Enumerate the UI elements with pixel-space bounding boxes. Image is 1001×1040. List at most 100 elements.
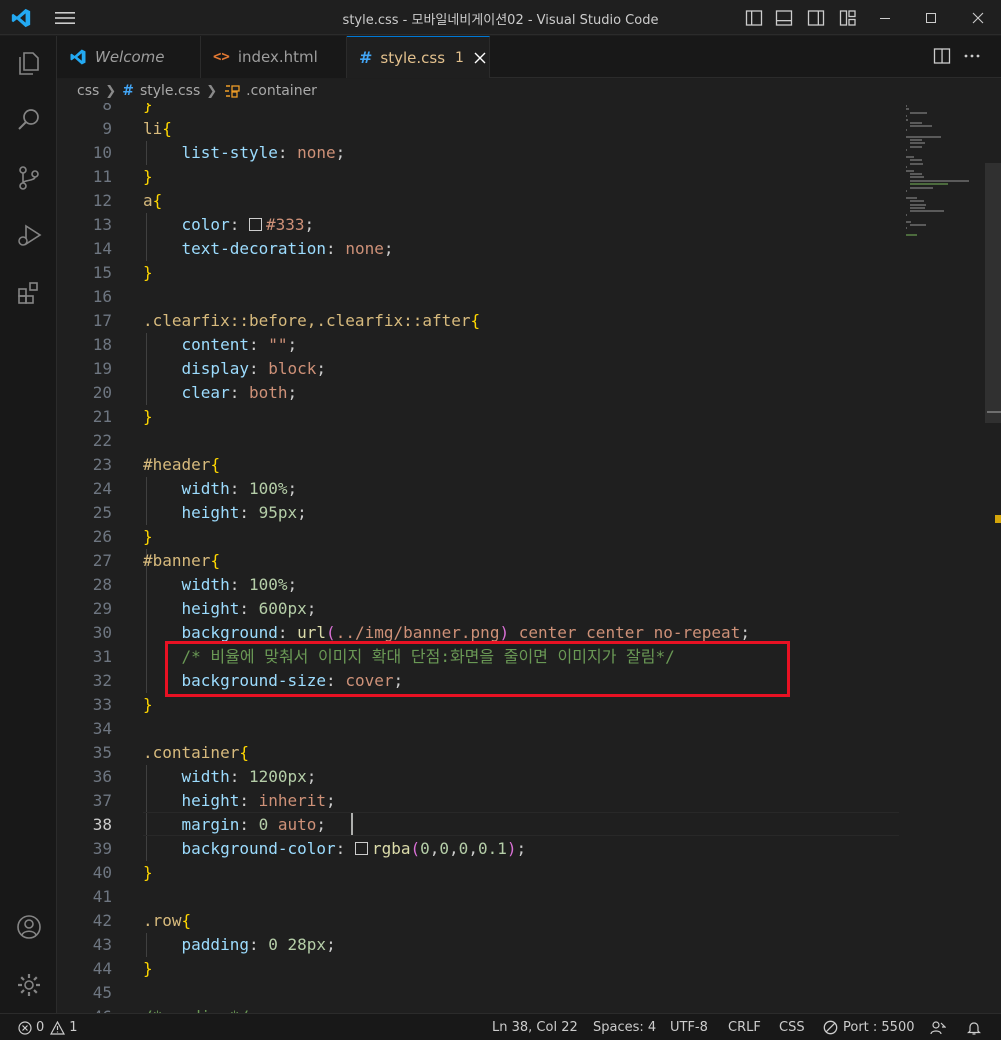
code-line[interactable]: 24 width: 100%; <box>57 477 900 501</box>
code-line[interactable]: 10 list-style: none; <box>57 141 900 165</box>
line-number: 17 <box>92 311 112 330</box>
line-number: 35 <box>92 743 112 762</box>
accounts-feedback-icon[interactable] <box>930 1014 946 1040</box>
encoding-status[interactable]: UTF-8 <box>670 1014 708 1040</box>
run-and-debug-icon[interactable] <box>8 214 50 256</box>
tab-style-css[interactable]: # style.css 1 <box>347 36 490 78</box>
code-line[interactable]: 27 #banner{ <box>57 549 900 573</box>
customize-layout-icon[interactable] <box>837 7 859 29</box>
line-number: 42 <box>92 911 112 930</box>
code-line[interactable]: 32 background-size: cover; <box>57 669 900 693</box>
code-line[interactable]: 12 a{ <box>57 189 900 213</box>
code-line[interactable]: 41 <box>57 885 900 909</box>
chevron-right-icon: ❯ <box>105 83 117 99</box>
toggle-secondary-sidebar-icon[interactable] <box>805 7 827 29</box>
more-actions-icon[interactable] <box>960 44 984 68</box>
tab-label: style.css <box>380 48 446 67</box>
code-line[interactable]: 38 margin: 0 auto; <box>57 813 900 837</box>
manage-gear-icon[interactable] <box>8 964 50 1006</box>
split-editor-icon[interactable] <box>930 44 954 68</box>
code-editor[interactable]: 8} 9 li{10 list-style: none; 11} 12 a{13 colo… <box>57 103 1001 1013</box>
code-line[interactable]: 33} <box>57 693 900 717</box>
code-line[interactable]: 9 li{ <box>57 117 900 141</box>
code-line[interactable]: 40} <box>57 861 900 885</box>
tab-index-html[interactable]: <> index.html <box>201 36 347 78</box>
minimap-line <box>910 162 923 165</box>
code-line[interactable]: 26} <box>57 525 900 549</box>
code-line[interactable]: 16 <box>57 285 900 309</box>
vertical-scrollbar[interactable] <box>985 103 1001 1013</box>
code-line[interactable]: 19 display: block; <box>57 357 900 381</box>
code-text: background-color: rgba(0,0,0,0.1); <box>181 839 527 858</box>
accounts-icon[interactable] <box>8 906 50 948</box>
code-line[interactable]: 29 height: 600px; <box>57 597 900 621</box>
explorer-icon[interactable] <box>8 42 50 84</box>
minimap-line <box>906 190 907 192</box>
problems-status[interactable]: 0 1 <box>18 1014 78 1040</box>
code-line[interactable]: 18 content: ""; <box>57 333 900 357</box>
code-line[interactable]: 35 .container{ <box>57 741 900 765</box>
tab-welcome[interactable]: Welcome <box>57 36 201 78</box>
code-line[interactable]: 30 background: url(../img/banner.png) ce… <box>57 621 900 645</box>
code-text: #banner{ <box>143 551 221 570</box>
breadcrumb-folder[interactable]: css <box>77 83 99 99</box>
toggle-panel-icon[interactable] <box>773 7 795 29</box>
line-number: 40 <box>92 863 112 882</box>
code-line[interactable]: 21} <box>57 405 900 429</box>
code-line[interactable]: 13 color: #333; <box>57 213 900 237</box>
code-text: width: 1200px; <box>181 767 317 786</box>
code-text: display: block; <box>181 359 327 378</box>
scrollbar-thumb[interactable] <box>985 163 1001 423</box>
code-line[interactable]: 44} <box>57 957 900 981</box>
minimap-line <box>906 128 907 131</box>
line-number: 39 <box>92 839 112 858</box>
code-line[interactable]: 43 padding: 0 28px; <box>57 933 900 957</box>
color-swatch[interactable] <box>354 842 368 855</box>
code-line[interactable]: 11} <box>57 165 900 189</box>
color-swatch[interactable] <box>248 218 262 231</box>
code-line[interactable]: 15} <box>57 261 900 285</box>
line-number: 46 <box>57 1005 112 1013</box>
minimap[interactable] <box>900 103 985 253</box>
breadcrumb-symbol[interactable]: .container <box>223 83 317 99</box>
minimap-line <box>906 135 941 138</box>
code-line[interactable]: 28 width: 100%; <box>57 573 900 597</box>
language-mode[interactable]: CSS <box>779 1014 805 1040</box>
code-line[interactable]: 46 /* media */ <box>57 1005 900 1013</box>
source-control-icon[interactable] <box>8 157 50 199</box>
breadcrumb-file[interactable]: # style.css <box>122 83 200 99</box>
code-line[interactable]: 45 <box>57 981 900 1005</box>
scroll-marker <box>987 411 1001 413</box>
search-icon[interactable] <box>8 99 50 141</box>
notifications-bell-icon[interactable] <box>966 1014 982 1040</box>
cursor-position[interactable]: Ln 38, Col 22 <box>492 1014 578 1040</box>
code-line[interactable]: 8} <box>57 103 900 117</box>
code-line[interactable]: 17 .clearfix::before,.clearfix::after{ <box>57 309 900 333</box>
minimap-line <box>910 145 922 148</box>
code-line[interactable]: 42 .row{ <box>57 909 900 933</box>
indentation-status[interactable]: Spaces: 4 <box>593 1014 656 1040</box>
minimap-line <box>910 203 926 206</box>
code-line[interactable]: 22 <box>57 429 900 453</box>
code-line[interactable]: 37 height: inherit; <box>57 789 900 813</box>
code-line[interactable]: 39 background-color: rgba(0,0,0,0.1); <box>57 837 900 861</box>
live-server-status[interactable]: Port : 5500 <box>823 1014 915 1040</box>
code-line[interactable]: 20 clear: both; <box>57 381 900 405</box>
code-text: color: #333; <box>181 215 315 234</box>
code-line[interactable]: 31 /* 비율에 맞춰서 이미지 확대 단점:화면을 줄이면 이미지가 잘림*… <box>57 645 900 669</box>
minimap-line <box>906 169 914 172</box>
line-number: 18 <box>92 335 112 354</box>
close-window-button[interactable] <box>955 0 1001 35</box>
minimize-button[interactable] <box>862 0 908 35</box>
extensions-icon[interactable] <box>8 272 50 314</box>
eol-status[interactable]: CRLF <box>728 1014 761 1040</box>
code-line[interactable]: 34 <box>57 717 900 741</box>
code-line[interactable]: 36 width: 1200px; <box>57 765 900 789</box>
maximize-button[interactable] <box>908 0 954 35</box>
code-line[interactable]: 25 height: 95px; <box>57 501 900 525</box>
code-line[interactable]: 23 #header{ <box>57 453 900 477</box>
toggle-primary-sidebar-icon[interactable] <box>743 7 765 29</box>
code-line[interactable]: 14 text-decoration: none; <box>57 237 900 261</box>
close-tab-icon[interactable] <box>474 52 486 64</box>
hamburger-menu-icon[interactable] <box>54 9 76 27</box>
